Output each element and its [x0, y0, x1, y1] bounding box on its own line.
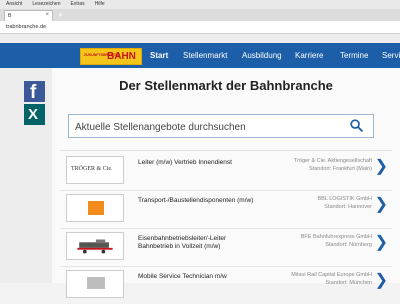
- chevron-right-icon[interactable]: ❯: [375, 234, 388, 252]
- job-company-info: BFE Bahnfuhrexpress GmbH Standort: Nürnb…: [262, 234, 372, 249]
- divider: [60, 190, 392, 191]
- bbl-logo-mark: [88, 201, 104, 215]
- facebook-button[interactable]: f: [24, 81, 45, 103]
- job-location: Standort: München: [325, 279, 372, 286]
- job-title[interactable]: Eisenbahnbetriebsleiter/-Leiter Bahnbetr…: [138, 235, 260, 251]
- locomotive-logo-icon: [77, 239, 113, 254]
- web-page: ZUKUNFTSBRANCHE BAHN Start Stellenmarkt …: [0, 34, 400, 298]
- menu-ansicht[interactable]: Ansicht: [6, 0, 22, 9]
- company-name: BFE Bahnfuhrexpress GmbH: [300, 234, 372, 240]
- nav-stellenmarkt[interactable]: Stellenmarkt: [183, 51, 227, 60]
- job-title[interactable]: Mobile Service Technician m/w: [138, 273, 260, 281]
- company-logo: [66, 232, 124, 260]
- page-title: Der Stellenmarkt der Bahnbranche: [119, 78, 333, 93]
- job-company-info: Tröger & Cie. Aktiengesellschaft Standor…: [262, 158, 372, 173]
- nav-start[interactable]: Start: [150, 51, 168, 60]
- menu-extras[interactable]: Extras: [70, 0, 84, 9]
- job-company-info: Mitsui Rail Capital Europe GmbH Standort…: [262, 272, 372, 287]
- nav-karriere[interactable]: Karriere: [295, 51, 323, 60]
- nav-ausbildung[interactable]: Ausbildung: [242, 51, 282, 60]
- close-icon[interactable]: ×: [45, 12, 49, 18]
- troeger-logo-text: TRÖGER & Cie.: [71, 166, 113, 172]
- job-title[interactable]: Transport-/Baustellendisponenten (m/w): [138, 197, 260, 205]
- logo-small-text: ZUKUNFTSBRANCHE: [84, 53, 121, 57]
- nav-service[interactable]: Servi: [382, 51, 400, 60]
- zukunftsbranche-bahn-logo[interactable]: ZUKUNFTSBRANCHE BAHN: [80, 48, 142, 65]
- divider: [60, 150, 392, 151]
- job-listing[interactable]: Eisenbahnbetriebsleiter/-Leiter Bahnbetr…: [66, 230, 392, 266]
- chevron-right-icon[interactable]: ❯: [375, 272, 388, 290]
- company-name: Mitsui Rail Capital Europe GmbH: [291, 272, 372, 278]
- menu-hilfe[interactable]: Hilfe: [95, 0, 105, 9]
- job-location: Standort: Nürnberg: [325, 241, 372, 248]
- job-company-info: BBL LOGISTIK GmbH Standort: Hannover: [262, 196, 372, 211]
- browser-tab[interactable]: B ×: [4, 10, 53, 21]
- company-logo: [66, 270, 124, 298]
- nav-termine[interactable]: Termine: [340, 51, 368, 60]
- company-logo: TRÖGER & Cie.: [66, 156, 124, 184]
- job-listing[interactable]: Transport-/Baustellendisponenten (m/w) B…: [66, 192, 392, 228]
- company-logo: [66, 194, 124, 222]
- menu-lesezeichen[interactable]: Lesezeichen: [32, 0, 60, 9]
- company-name: BBL LOGISTIK GmbH: [317, 196, 372, 202]
- url-text[interactable]: trabnbranche.de: [6, 24, 46, 30]
- divider: [60, 228, 392, 229]
- main-content: Der Stellenmarkt der Bahnbranche TRÖGER …: [52, 68, 400, 298]
- chevron-right-icon[interactable]: ❯: [375, 196, 388, 214]
- chevron-right-icon[interactable]: ❯: [375, 158, 388, 176]
- browser-menubar: Ansicht Lesezeichen Extras Hilfe: [0, 0, 400, 9]
- new-tab-button[interactable]: +: [58, 9, 63, 21]
- facebook-icon: f: [30, 82, 37, 103]
- address-bar[interactable]: trabnbranche.de: [0, 21, 400, 34]
- search-icon[interactable]: [350, 119, 363, 132]
- tab-title: B: [8, 13, 12, 19]
- job-listing[interactable]: TRÖGER & Cie. Leiter (m/w) Vertrieb Inne…: [66, 154, 392, 190]
- search-input[interactable]: [69, 115, 347, 139]
- job-listing[interactable]: Mobile Service Technician m/w Mitsui Rai…: [66, 268, 392, 304]
- mitsui-logo-mark: [87, 277, 105, 289]
- browser-tabbar: B × +: [0, 9, 400, 21]
- divider: [60, 266, 392, 267]
- main-navigation: ZUKUNFTSBRANCHE BAHN Start Stellenmarkt …: [0, 43, 400, 68]
- search-box: [68, 114, 374, 139]
- xing-button[interactable]: X: [24, 104, 45, 125]
- company-name: Tröger & Cie. Aktiengesellschaft: [293, 158, 372, 164]
- job-title[interactable]: Leiter (m/w) Vertrieb Innendienst: [138, 159, 260, 167]
- xing-icon: X: [28, 106, 39, 123]
- job-location: Standort: Frankfurt (Main): [309, 165, 372, 172]
- job-location: Standort: Hannover: [324, 203, 372, 210]
- logo-main-text: BAHN: [107, 51, 136, 62]
